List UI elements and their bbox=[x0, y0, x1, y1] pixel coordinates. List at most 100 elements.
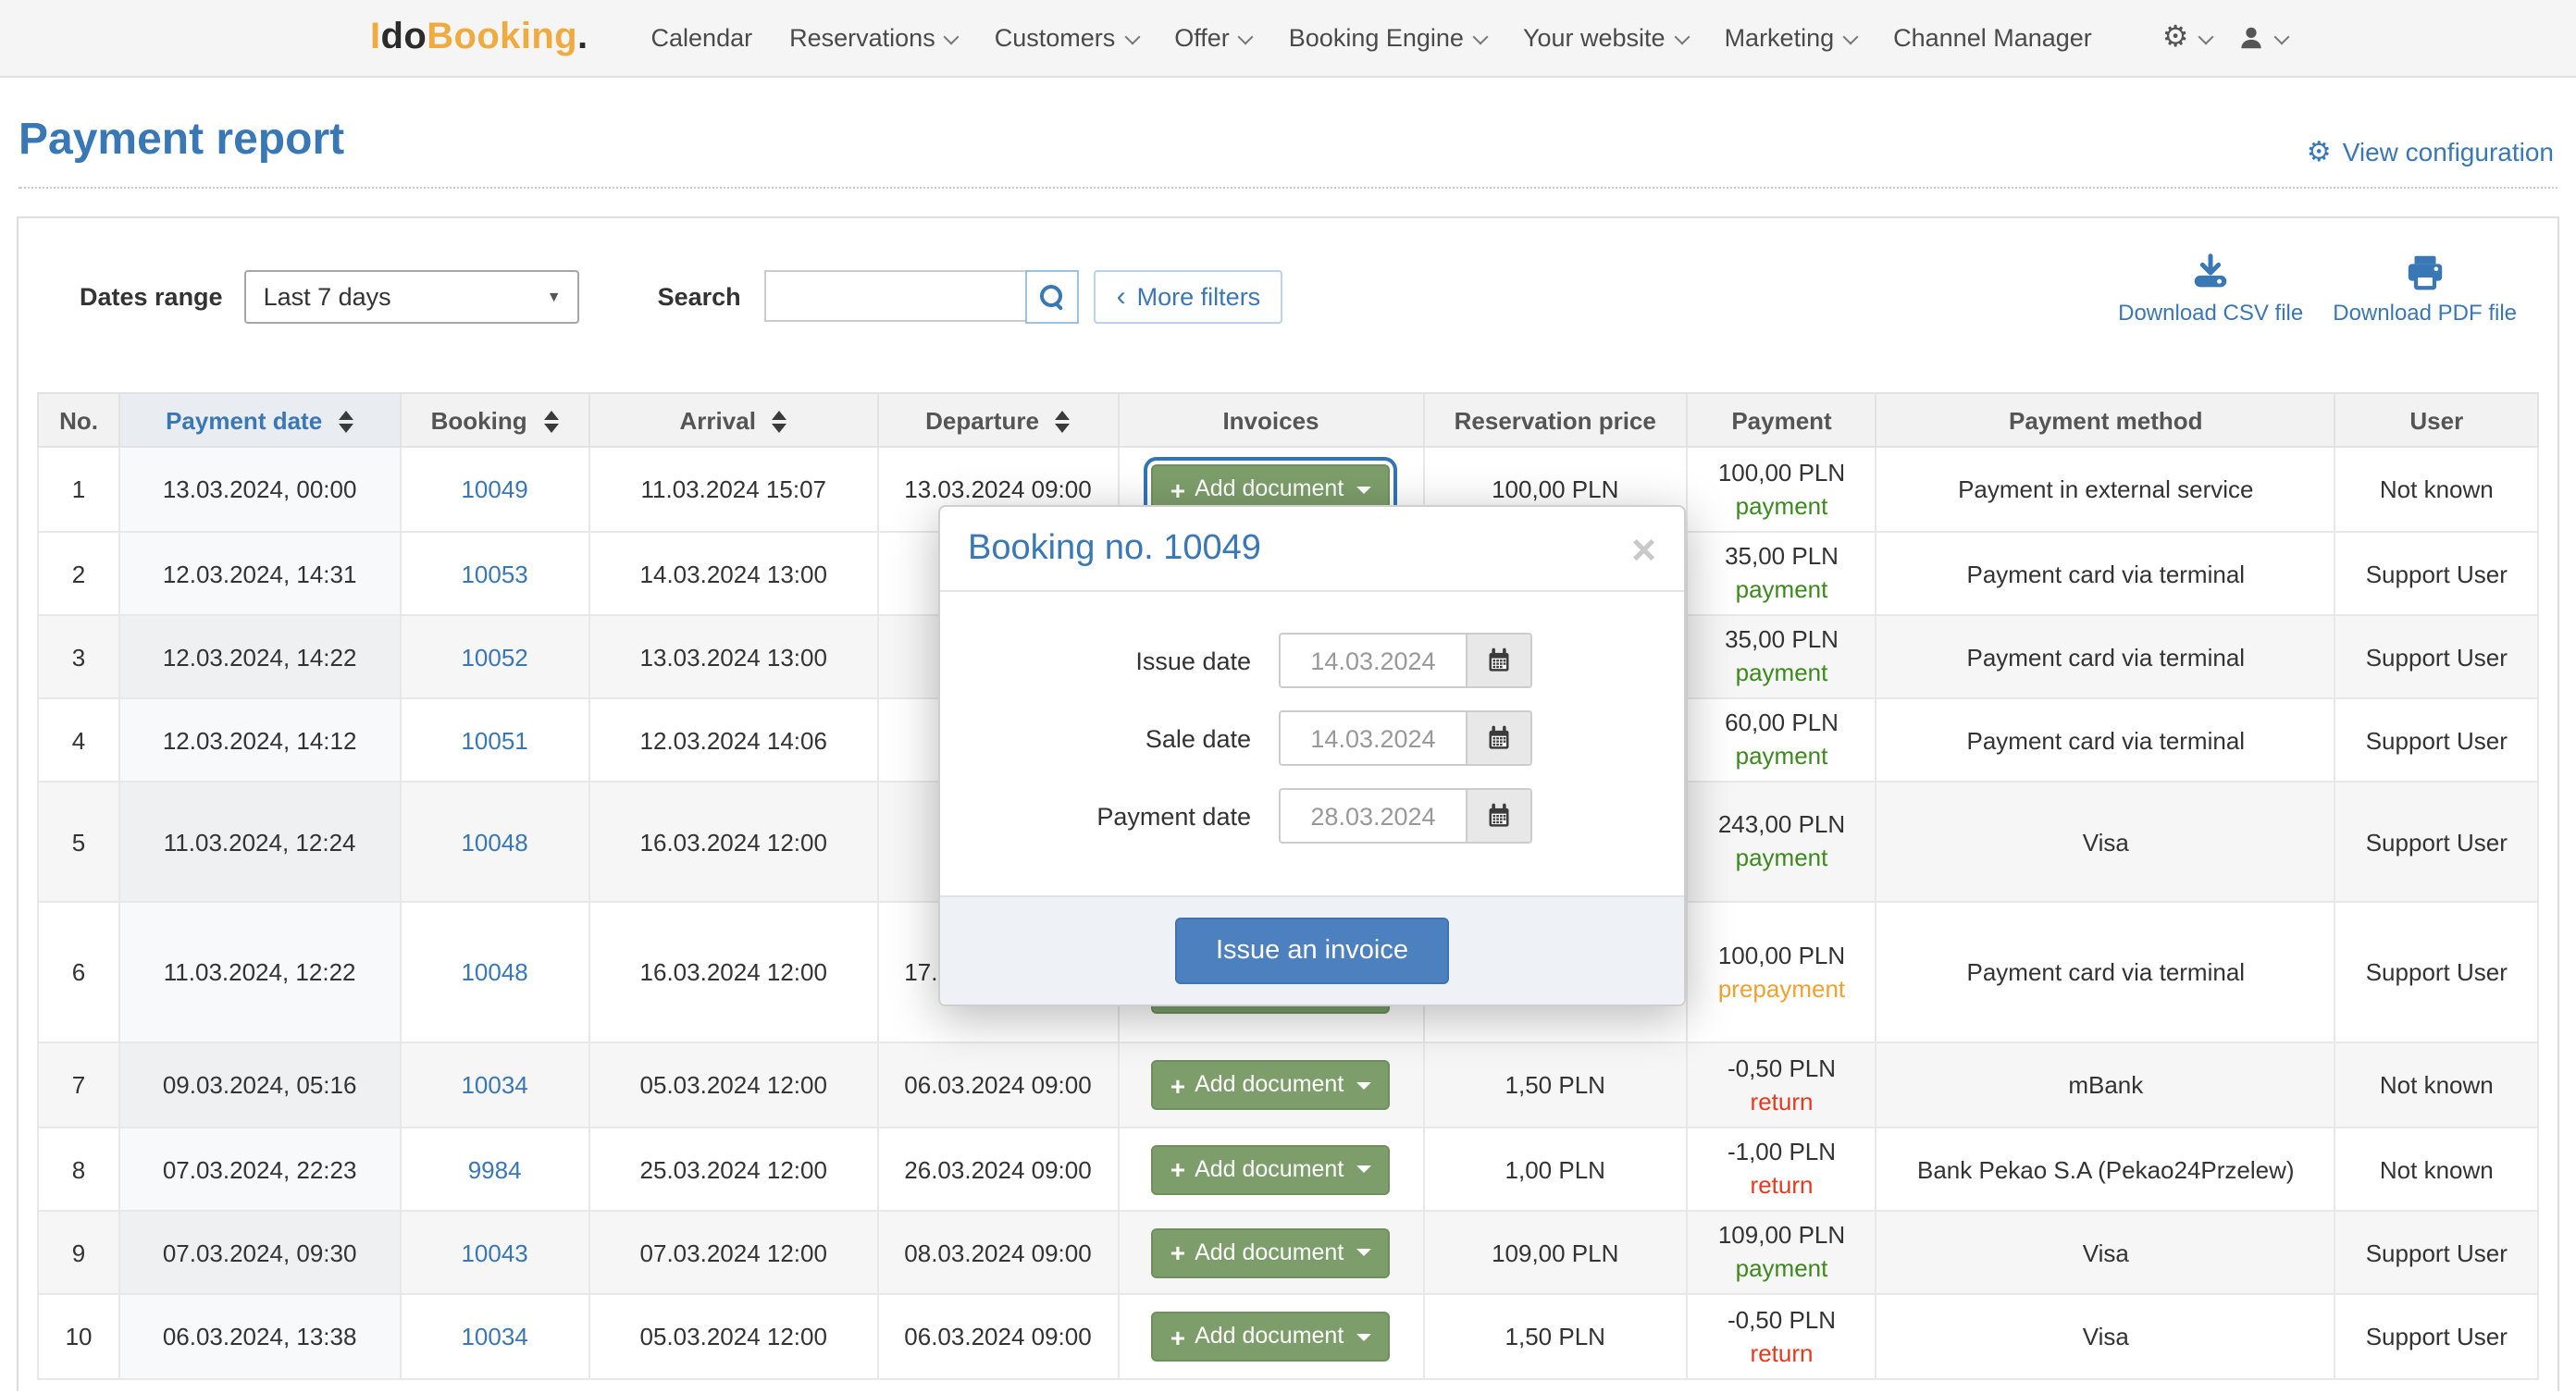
cell-payment-method: Visa bbox=[1876, 782, 2335, 902]
nav-item-channel-manager[interactable]: Channel Manager bbox=[1893, 24, 2092, 52]
booking-link[interactable]: 10051 bbox=[461, 726, 527, 754]
close-icon[interactable]: × bbox=[1631, 533, 1656, 567]
nav-item-calendar[interactable]: Calendar bbox=[651, 24, 753, 52]
payment-date-input[interactable] bbox=[1281, 790, 1466, 842]
cell-payment-method: Payment card via terminal bbox=[1876, 902, 2335, 1042]
plus-icon: + bbox=[1170, 1239, 1185, 1265]
settings-menu[interactable]: ⚙ bbox=[2162, 23, 2211, 53]
payment-amount: 100,00 PLN bbox=[1699, 457, 1864, 489]
idobooking-logo[interactable]: IdoBooking. bbox=[370, 17, 588, 59]
column-header-booking[interactable]: Booking bbox=[400, 393, 589, 447]
cell-payment: 35,00 PLNpayment bbox=[1687, 615, 1876, 698]
booking-link[interactable]: 10053 bbox=[461, 560, 527, 587]
logo-text: I bbox=[370, 17, 381, 57]
cell-payment-date: 07.03.2024, 09:30 bbox=[119, 1211, 400, 1294]
cell-arrival: 13.03.2024 13:00 bbox=[589, 615, 877, 698]
column-label: Arrival bbox=[680, 406, 756, 434]
cell-payment-date: 12.03.2024, 14:22 bbox=[119, 615, 400, 698]
download-pdf-link[interactable]: Download PDF file bbox=[2333, 252, 2517, 326]
nav-item-customers[interactable]: Customers bbox=[995, 24, 1138, 52]
add-document-label: Add document bbox=[1195, 1323, 1344, 1350]
booking-link[interactable]: 10052 bbox=[461, 643, 527, 671]
cell-payment: 243,00 PLNpayment bbox=[1687, 782, 1876, 902]
caret-down-icon bbox=[1356, 486, 1371, 493]
more-filters-button[interactable]: ‹ More filters bbox=[1095, 269, 1283, 323]
cell-user: Support User bbox=[2335, 902, 2538, 1042]
payment-type: return bbox=[1699, 1169, 1864, 1202]
download-csv-link[interactable]: Download CSV file bbox=[2118, 252, 2303, 326]
cell-no: 4 bbox=[38, 698, 119, 782]
cell-departure: 06.03.2024 09:00 bbox=[877, 1042, 1118, 1128]
nav-item-reservations[interactable]: Reservations bbox=[789, 24, 958, 52]
chevron-left-icon: ‹ bbox=[1117, 282, 1126, 310]
download-links: Download CSV file Download PDF file bbox=[2118, 252, 2517, 326]
cell-departure: 26.03.2024 09:00 bbox=[877, 1128, 1118, 1211]
payment-amount: -1,00 PLN bbox=[1699, 1137, 1864, 1169]
column-label: User bbox=[2409, 406, 2463, 434]
cell-arrival: 07.03.2024 12:00 bbox=[589, 1211, 877, 1294]
cell-no: 9 bbox=[38, 1211, 119, 1294]
plus-icon: + bbox=[1170, 1324, 1185, 1350]
booking-link[interactable]: 10034 bbox=[461, 1071, 527, 1099]
booking-link[interactable]: 10043 bbox=[461, 1239, 527, 1266]
payment-amount: 243,00 PLN bbox=[1699, 809, 1864, 842]
sort-icon bbox=[339, 411, 353, 434]
modal-title: Booking no. 10049 bbox=[968, 529, 1261, 570]
nav-item-booking-engine[interactable]: Booking Engine bbox=[1289, 24, 1486, 52]
cell-booking: 10053 bbox=[400, 532, 589, 615]
payment-amount: 35,00 PLN bbox=[1699, 541, 1864, 573]
calendar-picker-button[interactable] bbox=[1466, 790, 1530, 842]
filters-bar: Dates range Last 7 days ▼ Search ‹ More … bbox=[19, 266, 2557, 326]
view-configuration-link[interactable]: ⚙ View configuration bbox=[2307, 137, 2554, 166]
sale-date-input[interactable] bbox=[1281, 712, 1466, 764]
calendar-icon bbox=[1486, 647, 1512, 673]
calendar-picker-button[interactable] bbox=[1466, 635, 1530, 686]
cell-payment-date: 12.03.2024, 14:12 bbox=[119, 698, 400, 782]
plus-icon: + bbox=[1170, 1156, 1185, 1182]
booking-link[interactable]: 10049 bbox=[461, 475, 527, 503]
column-header-payment: Payment bbox=[1687, 393, 1876, 447]
sort-asc-arrow bbox=[339, 411, 353, 420]
column-header-payment-date[interactable]: Payment date bbox=[119, 393, 400, 447]
cell-reservation-price: 1,50 PLN bbox=[1423, 1294, 1687, 1379]
modal-field-row: Issue date bbox=[977, 633, 1647, 688]
column-header-departure[interactable]: Departure bbox=[877, 393, 1118, 447]
gear-icon: ⚙ bbox=[2307, 138, 2332, 166]
cell-user: Support User bbox=[2335, 1294, 2538, 1379]
sort-icon bbox=[773, 411, 787, 434]
cell-payment: 100,00 PLNpayment bbox=[1687, 447, 1876, 532]
payment-type: payment bbox=[1699, 842, 1864, 874]
nav-item-label: Customers bbox=[995, 24, 1116, 52]
account-menu[interactable] bbox=[2236, 24, 2286, 52]
cell-no: 3 bbox=[38, 615, 119, 698]
dates-range-select[interactable]: Last 7 days ▼ bbox=[245, 269, 580, 323]
column-header-arrival[interactable]: Arrival bbox=[589, 393, 877, 447]
chevron-down-icon bbox=[1124, 29, 1140, 44]
column-label: Booking bbox=[431, 406, 527, 434]
add-document-button[interactable]: +Add document bbox=[1152, 1144, 1391, 1194]
booking-link[interactable]: 10048 bbox=[461, 958, 527, 986]
booking-link[interactable]: 10048 bbox=[461, 828, 527, 856]
cell-payment-method: Payment card via terminal bbox=[1876, 615, 2335, 698]
payment-amount: -0,50 PLN bbox=[1699, 1304, 1864, 1337]
booking-link[interactable]: 9984 bbox=[468, 1155, 522, 1183]
table-header-row: No.Payment dateBookingArrivalDepartureIn… bbox=[38, 393, 2538, 447]
download-csv-label: Download CSV file bbox=[2118, 300, 2303, 326]
booking-link[interactable]: 10034 bbox=[461, 1323, 527, 1350]
issue-invoice-button[interactable]: Issue an invoice bbox=[1175, 918, 1449, 984]
issue-date-input[interactable] bbox=[1281, 635, 1466, 686]
sort-asc-arrow bbox=[773, 411, 787, 420]
search-input[interactable] bbox=[765, 270, 1026, 322]
calendar-picker-button[interactable] bbox=[1466, 712, 1530, 764]
add-document-button[interactable]: +Add document bbox=[1152, 1227, 1391, 1277]
cell-user: Support User bbox=[2335, 615, 2538, 698]
modal-body: Issue dateSale datePayment date bbox=[940, 592, 1684, 895]
add-document-button[interactable]: + Add document bbox=[1152, 1312, 1391, 1362]
nav-item-marketing[interactable]: Marketing bbox=[1725, 24, 1857, 52]
nav-item-label: Channel Manager bbox=[1893, 24, 2092, 52]
cell-booking: 10052 bbox=[400, 615, 589, 698]
nav-item-offer[interactable]: Offer bbox=[1174, 24, 1252, 52]
nav-item-your-website[interactable]: Your website bbox=[1523, 24, 1688, 52]
add-document-button[interactable]: +Add document bbox=[1152, 1060, 1391, 1110]
search-button[interactable] bbox=[1026, 269, 1080, 323]
